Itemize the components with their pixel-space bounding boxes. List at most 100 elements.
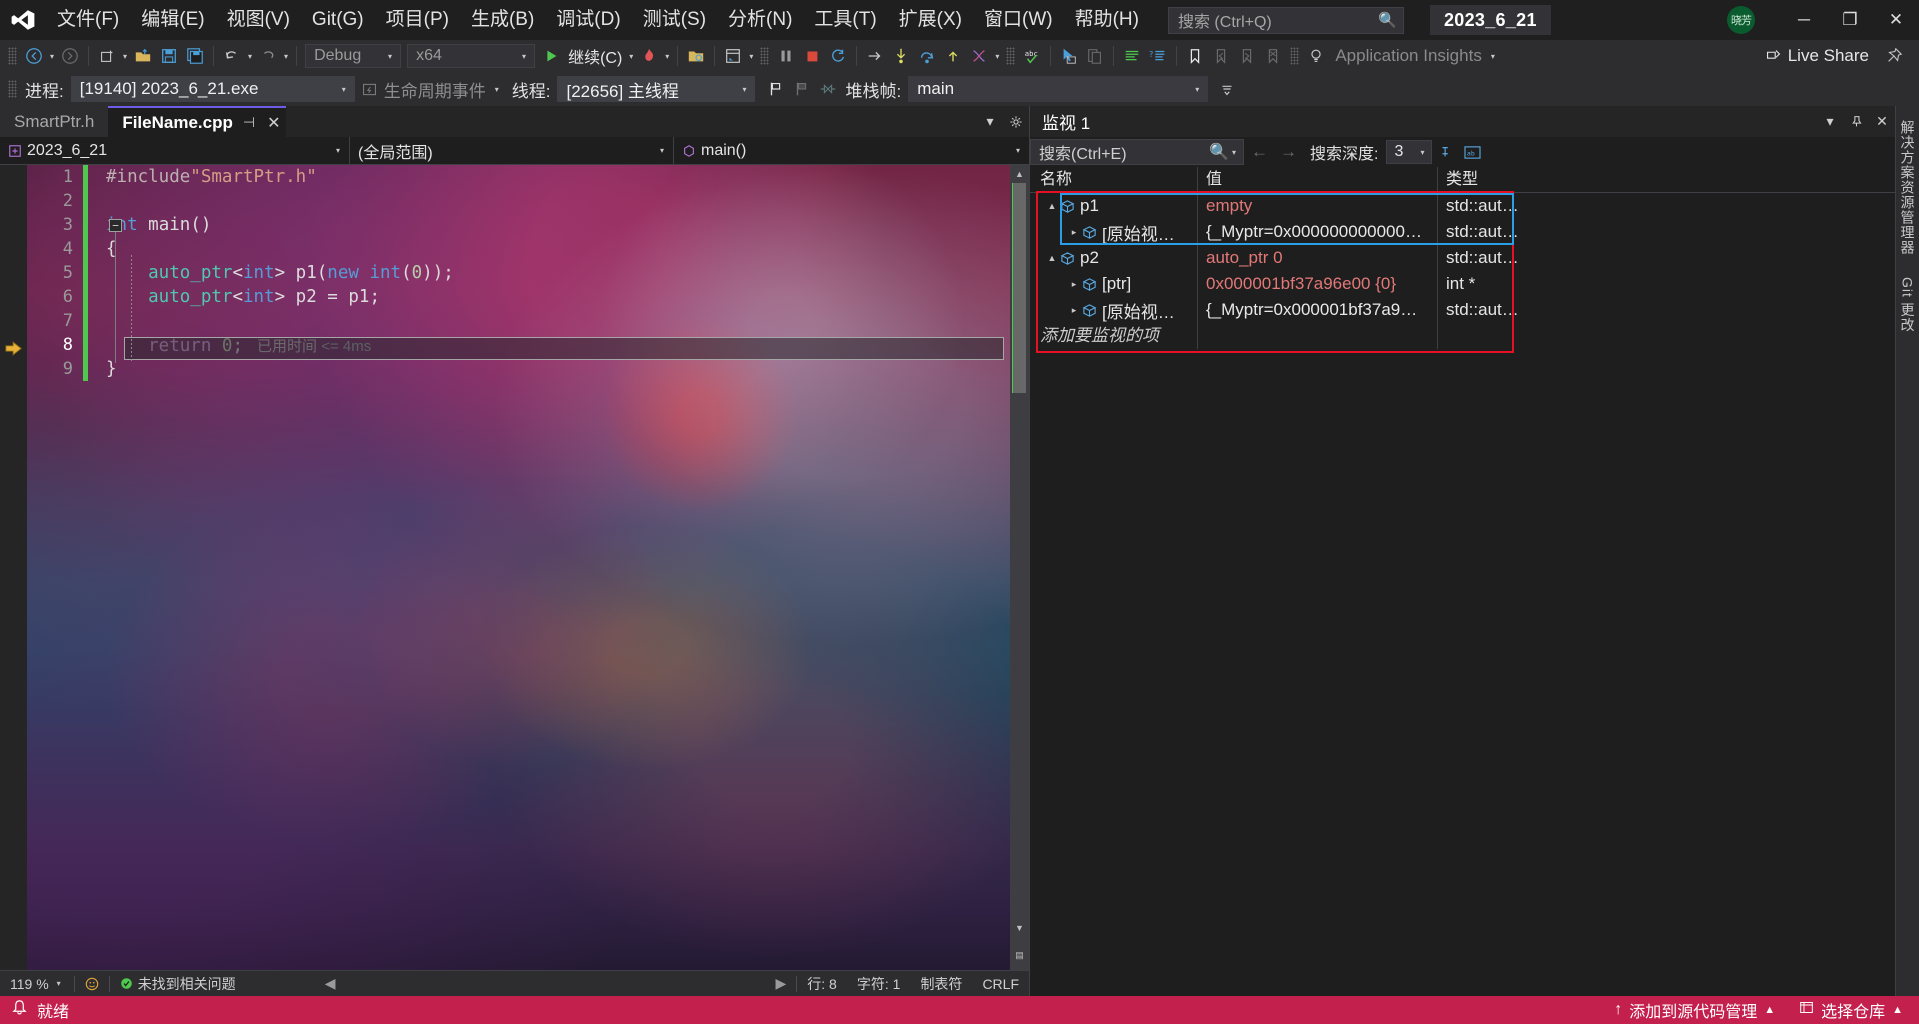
context-bar-grip[interactable] — [8, 80, 17, 98]
flag-thread-icon[interactable] — [763, 76, 789, 102]
watch-variable-value[interactable]: empty — [1198, 193, 1438, 219]
code-line-5[interactable]: 5 auto_ptr<int> p1(new int(0)); — [0, 261, 1029, 285]
watch-row-name-cell[interactable]: ▸ [原始视… — [1030, 297, 1198, 323]
toolbar-grip[interactable] — [1290, 47, 1300, 65]
vertical-tab-git-changes[interactable]: Git 更改 — [1898, 277, 1918, 333]
watch-row-name-cell[interactable]: ▲ p2 — [1030, 245, 1198, 271]
toggle-hex-display-icon[interactable]: ab — [1460, 140, 1484, 164]
watch-row-name-cell[interactable]: ▸ [原始视… — [1030, 219, 1198, 245]
tab-list-dropdown-icon[interactable]: ▾ — [977, 106, 1003, 137]
threads-icon[interactable] — [966, 43, 992, 69]
watch-table[interactable]: 名称 值 类型 ▲ p1 empty std::aut… ▸ [原始视… {_M… — [1030, 166, 1895, 996]
run-to-cursor-icon[interactable] — [862, 43, 888, 69]
live-share-button[interactable]: Live Share — [1765, 46, 1869, 66]
continue-button[interactable]: 继续(C) — [564, 44, 626, 68]
paste-icon[interactable] — [1082, 43, 1108, 69]
platform-combo[interactable]: x64 ▾ — [407, 44, 536, 68]
tab-filename-cpp[interactable]: FileName.cpp ⊣ ✕ — [108, 106, 287, 137]
code-line-9[interactable]: 9 } — [0, 357, 1029, 381]
undo-icon[interactable] — [219, 43, 245, 69]
step-out-icon[interactable] — [940, 43, 966, 69]
watch-panel-dropdown-icon[interactable]: ▾ — [1817, 106, 1843, 137]
minimize-button[interactable]: ─ — [1781, 0, 1827, 40]
spellcheck-icon[interactable]: abc — [1019, 43, 1045, 69]
problems-status[interactable]: 未找到相关问题 — [110, 974, 246, 994]
attach-process-icon[interactable] — [683, 43, 709, 69]
process-combo[interactable]: [19140] 2023_6_21.exe ▾ — [70, 76, 355, 102]
toolbar-grip[interactable] — [1006, 47, 1016, 65]
nav-scope-combo[interactable]: (全局范围) ▾ — [350, 136, 674, 165]
scroll-down-icon[interactable]: ▼ — [1010, 919, 1029, 936]
watch-panel-close-icon[interactable]: ✕ — [1869, 106, 1895, 137]
expander-icon[interactable]: ▲ — [1044, 253, 1060, 263]
pause-icon[interactable] — [773, 43, 799, 69]
threads-dropdown-icon[interactable]: ▾ — [992, 52, 1002, 61]
configuration-combo[interactable]: Debug ▾ — [305, 44, 402, 68]
column-header-type[interactable]: 类型 — [1438, 167, 1895, 193]
open-file-icon[interactable] — [130, 43, 156, 69]
menu-item-help[interactable]: 帮助(H) — [1064, 0, 1150, 40]
collapse-region-icon[interactable]: − — [109, 219, 122, 232]
code-line-2[interactable]: 2 — [0, 189, 1029, 213]
editor-settings-gear-icon[interactable] — [1003, 106, 1029, 137]
continue-dropdown-icon[interactable]: ▾ — [626, 52, 636, 61]
tab-smartptr-h[interactable]: SmartPtr.h — [0, 106, 109, 137]
clear-bookmarks-icon[interactable] — [1260, 43, 1286, 69]
zoom-level-control[interactable]: 119 % ▾ — [0, 976, 74, 992]
window-layout-dropdown-icon[interactable]: ▾ — [746, 52, 756, 61]
table-row[interactable]: ▲ p2 auto_ptr 0 std::aut… — [1030, 245, 1895, 271]
column-header-value[interactable]: 值 — [1198, 166, 1438, 193]
search-next-button[interactable]: → — [1275, 142, 1302, 162]
table-row[interactable]: ▸ [原始视… {_Myptr=0x000001bf37a9… std::aut… — [1030, 297, 1895, 323]
thread-combo[interactable]: [22656] 主线程 ▾ — [557, 76, 756, 102]
expander-icon[interactable]: ▲ — [1044, 201, 1060, 211]
code-line-6[interactable]: 6 auto_ptr<int> p2 = p1; — [0, 285, 1029, 309]
expander-icon[interactable]: ▸ — [1066, 305, 1082, 316]
stackframe-combo[interactable]: main ▾ — [908, 76, 1209, 102]
lifecycle-events-button[interactable]: 生命周期事件 ▾ — [355, 77, 508, 102]
select-repository-button[interactable]: 选择仓库 ▲ — [1787, 996, 1915, 1024]
next-bookmark-icon[interactable] — [1234, 43, 1260, 69]
expander-icon[interactable]: ▸ — [1066, 227, 1082, 238]
menu-item-extensions[interactable]: 扩展(X) — [888, 0, 973, 40]
application-insights-dropdown-icon[interactable]: ▾ — [1488, 52, 1498, 61]
watch-add-row[interactable]: 添加要监视的项 — [1030, 323, 1895, 349]
feedback-smiley-icon[interactable] — [75, 977, 109, 991]
menu-item-window[interactable]: 窗口(W) — [973, 0, 1064, 40]
hot-reload-icon[interactable] — [636, 43, 662, 69]
search-prev-button[interactable]: ← — [1246, 142, 1273, 162]
navigate-back-dropdown-icon[interactable]: ▾ — [47, 52, 57, 61]
code-line-4[interactable]: 4 { — [0, 237, 1029, 261]
watch-add-row-value[interactable] — [1198, 323, 1438, 349]
watch-search-input[interactable]: 搜索(Ctrl+E) 🔍 ▾ — [1030, 139, 1244, 165]
scroll-up-icon[interactable]: ▲ — [1010, 165, 1029, 182]
close-button[interactable]: ✕ — [1873, 0, 1919, 40]
split-view-icon[interactable]: ▤ — [1010, 947, 1029, 964]
toolbar-grip[interactable] — [760, 47, 770, 65]
add-to-source-control-button[interactable]: ↑ 添加到源代码管理 ▲ — [1602, 996, 1787, 1024]
watch-variable-value[interactable]: 0x000001bf37a96e00 {0} — [1198, 271, 1438, 297]
code-line-3[interactable]: 3 int main() — [0, 213, 1029, 237]
pointer-select-icon[interactable] — [1056, 43, 1082, 69]
watch-variable-value[interactable]: auto_ptr 0 — [1198, 245, 1438, 271]
menu-item-git[interactable]: Git(G) — [301, 0, 375, 40]
menu-item-edit[interactable]: 编辑(E) — [130, 0, 215, 40]
new-project-dropdown-icon[interactable]: ▾ — [120, 52, 130, 61]
menu-item-debug[interactable]: 调试(D) — [545, 0, 631, 40]
menu-item-build[interactable]: 生成(B) — [460, 0, 545, 40]
watch-variable-value[interactable]: {_Myptr=0x000001bf37a9… — [1198, 297, 1438, 323]
pin-watch-icon[interactable] — [1434, 140, 1458, 164]
global-search-input[interactable]: 搜索 (Ctrl+Q) 🔍 — [1167, 6, 1404, 34]
continue-play-icon[interactable] — [538, 43, 564, 69]
context-overflow-icon[interactable] — [1214, 76, 1240, 102]
nav-project-combo[interactable]: 2023_6_21 ▾ — [0, 136, 350, 165]
previous-bookmark-icon[interactable] — [1208, 43, 1234, 69]
table-row[interactable]: ▲ p1 empty std::aut… — [1030, 193, 1895, 219]
pin-tab-icon[interactable]: ⊣ — [243, 114, 255, 131]
menu-item-tools[interactable]: 工具(T) — [803, 0, 887, 40]
show-threads-icon[interactable] — [815, 76, 841, 102]
comment-lines-icon[interactable] — [1119, 43, 1145, 69]
toolbar-grip[interactable] — [8, 47, 17, 65]
bookmark-icon[interactable] — [1182, 43, 1208, 69]
unflag-thread-icon[interactable] — [789, 76, 815, 102]
